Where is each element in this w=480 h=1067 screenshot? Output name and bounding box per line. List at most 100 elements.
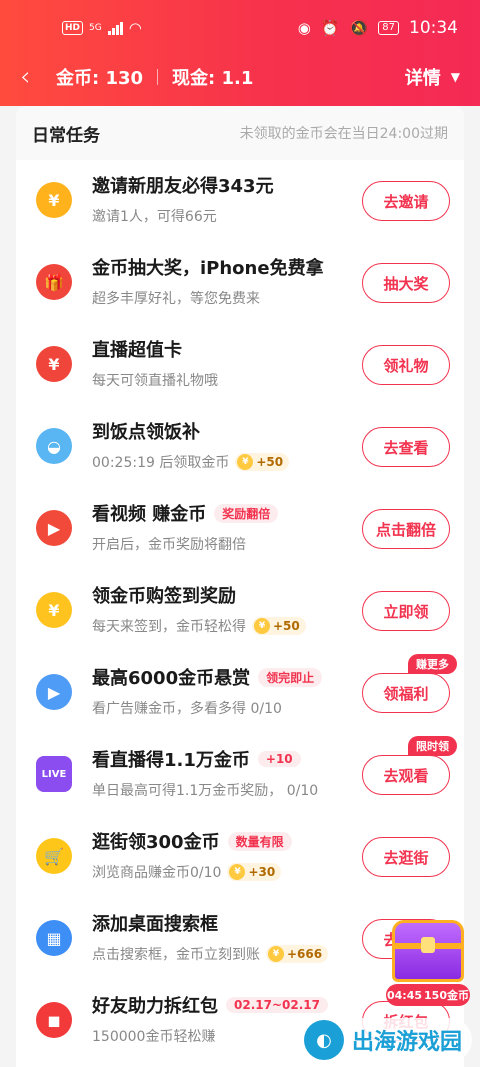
- coin-reward-tag: ¥ +30: [227, 863, 282, 881]
- signal-icon: [107, 21, 123, 35]
- treasure-chest-widget[interactable]: 04:45 150金币: [386, 920, 470, 1012]
- task-tag: +10: [257, 751, 301, 767]
- caret-down-icon: ▼: [450, 70, 460, 84]
- chest-lock: [421, 937, 435, 953]
- task-subtitle: 看广告赚金币，多看多得 0/10: [92, 701, 282, 717]
- task-subtitle: 超多丰厚好礼，等您免费来: [92, 291, 260, 307]
- task-title-row: 逛街领300金币 数量有限: [92, 828, 292, 854]
- network-type: 5G: [89, 23, 102, 33]
- task-row: 🛒 逛街领300金币 数量有限 浏览商品赚金币0/10 ¥ +30 去逛街: [16, 816, 464, 898]
- task-title: 到饭点领饭补: [92, 422, 200, 443]
- task-title: 邀请新朋友必得343元: [92, 176, 274, 197]
- task-row: ¥ 邀请新朋友必得343元邀请1人，可得66元 去邀请: [16, 160, 464, 242]
- task-title: 好友助力拆红包: [92, 996, 218, 1017]
- detail-dropdown[interactable]: 详情 ▼: [405, 64, 460, 90]
- task-title-row: 看直播得1.1万金币 +10: [92, 746, 301, 772]
- coin-reward-value: +50: [256, 455, 284, 469]
- chest-reward: 150金币: [424, 989, 469, 1002]
- red-envelope-icon: ◼: [36, 1002, 72, 1038]
- task-badge: 限时领: [408, 736, 457, 756]
- hd-indicator: HD: [62, 21, 84, 35]
- task-title: 添加桌面搜索框: [92, 914, 218, 935]
- task-title: 金币抽大奖，iPhone免费拿: [92, 258, 324, 279]
- task-subtitle: 邀请1人，可得66元: [92, 209, 217, 225]
- task-action-button[interactable]: 领福利: [362, 673, 450, 713]
- task-title-row: 领金币购签到奖励: [92, 582, 236, 608]
- task-title: 看视频 赚金币: [92, 504, 207, 525]
- task-action-button[interactable]: 立即领: [362, 591, 450, 631]
- task-subtitle: 浏览商品赚金币0/10: [92, 865, 222, 881]
- task-subtitle-row: 看广告赚金币，多看多得 0/10: [92, 698, 282, 718]
- mute-icon: 🔕: [349, 19, 369, 37]
- app-grid-icon: ▦: [36, 920, 72, 956]
- task-badge: 赚更多: [408, 654, 457, 674]
- play-video-icon: ▶: [36, 510, 72, 546]
- task-action-button[interactable]: 去邀请: [362, 181, 450, 221]
- clock: 10:34: [409, 18, 458, 38]
- task-tag: 奖励翻倍: [214, 503, 279, 523]
- task-tag: 领完即止: [258, 667, 323, 687]
- task-subtitle: 开启后，金币奖励将翻倍: [92, 537, 246, 553]
- section-note: 未领取的金币会在当日24:00过期: [239, 126, 448, 142]
- task-title-row: 直播超值卡: [92, 336, 182, 362]
- task-subtitle-row: 单日最高可得1.1万金币奖励， 0/10: [92, 780, 318, 800]
- task-action-button[interactable]: 领礼物: [362, 345, 450, 385]
- task-action-button[interactable]: 点击翻倍: [362, 509, 450, 549]
- task-action-button[interactable]: 去查看: [362, 427, 450, 467]
- task-title: 逛街领300金币: [92, 832, 220, 853]
- coin-reward-tag: ¥ +666: [266, 945, 329, 963]
- task-subtitle: 单日最高可得1.1万金币奖励， 0/10: [92, 783, 319, 799]
- task-title-row: 最高6000金币悬赏 领完即止: [92, 664, 323, 690]
- yuan-coin-icon: ¥: [36, 182, 72, 218]
- coin-reward-tag: ¥ +50: [252, 617, 306, 635]
- coin-icon: ¥: [237, 454, 254, 470]
- coin-reward-value: +50: [273, 619, 300, 633]
- task-title: 看直播得1.1万金币: [92, 750, 250, 771]
- coin-reward-value: +666: [287, 947, 323, 961]
- task-row: ¥ 直播超值卡 每天可领直播礼物哦 领礼物: [16, 324, 464, 406]
- top-bar: HD 5G ◠ ◉ ⏰ 🔕 87 10:34 ‹ 金币: 130 现金: 1.1…: [0, 0, 480, 106]
- back-icon[interactable]: ‹: [20, 64, 56, 90]
- shopping-cart-icon: 🛒: [36, 838, 72, 874]
- live-tv-icon: LIVE: [36, 756, 72, 792]
- coin-icon: ¥: [268, 946, 284, 962]
- detail-label: 详情: [404, 68, 441, 89]
- task-subtitle: 00:25:19 后领取金币: [92, 455, 230, 471]
- task-row: ¥ 领金币购签到奖励每天来签到，金币轻松得 ¥ +50 立即领: [16, 570, 464, 652]
- gift-icon: 🎁: [36, 264, 72, 300]
- coin-icon: ¥: [254, 618, 270, 634]
- task-row: LIVE 看直播得1.1万金币 +10 单日最高可得1.1万金币奖励， 0/10 去观看…: [16, 734, 464, 816]
- task-subtitle: 每天可领直播礼物哦: [92, 373, 218, 389]
- task-tag: 数量有限: [227, 831, 292, 851]
- task-title-row: 金币抽大奖，iPhone免费拿: [92, 254, 324, 280]
- task-row: ◒ 到饭点领饭补 00:25:19 后领取金币 ¥ +50 去查看: [16, 406, 464, 488]
- task-action-button[interactable]: 去观看: [362, 755, 450, 795]
- task-subtitle: 每天来签到，金币轻松得: [92, 619, 246, 635]
- task-title: 直播超值卡: [92, 340, 182, 361]
- ad-play-icon: ▶: [36, 674, 72, 710]
- task-subtitle-row: 浏览商品赚金币0/10 ¥ +30: [92, 862, 282, 882]
- cash-balance: 现金: 1.1: [172, 68, 254, 89]
- chest-label: 04:45 150金币: [386, 984, 470, 1006]
- task-subtitle: 点击搜索框，金币立刻到账: [92, 947, 260, 963]
- eye-icon: ◉: [297, 19, 311, 37]
- task-subtitle: 150000金币轻松赚: [92, 1029, 216, 1045]
- alarm-icon: ⏰: [320, 19, 340, 37]
- coin-balance: 金币: 130: [56, 68, 144, 89]
- divider: [157, 69, 159, 85]
- task-action-button[interactable]: 抽大奖: [362, 263, 450, 303]
- watermark: ◐ 出海游戏园: [302, 1018, 473, 1062]
- task-subtitle-row: 邀请1人，可得66元: [92, 206, 217, 226]
- task-title: 最高6000金币悬赏: [92, 668, 251, 689]
- battery-icon: 87: [378, 21, 399, 35]
- watermark-logo-icon: ◐: [304, 1020, 344, 1060]
- task-subtitle-row: 开启后，金币奖励将翻倍: [92, 534, 246, 554]
- status-bar: HD 5G ◠ ◉ ⏰ 🔕 87 10:34: [0, 0, 480, 56]
- chest-timer: 04:45: [387, 988, 423, 1002]
- task-action-button[interactable]: 去逛街: [362, 837, 450, 877]
- task-subtitle-row: 每天来签到，金币轻松得 ¥ +50: [92, 616, 306, 636]
- task-subtitle-row: 150000金币轻松赚: [92, 1026, 215, 1046]
- task-title-row: 看视频 赚金币 奖励翻倍: [92, 500, 279, 526]
- task-title: 领金币购签到奖励: [92, 586, 236, 607]
- section-title: 日常任务: [32, 125, 100, 146]
